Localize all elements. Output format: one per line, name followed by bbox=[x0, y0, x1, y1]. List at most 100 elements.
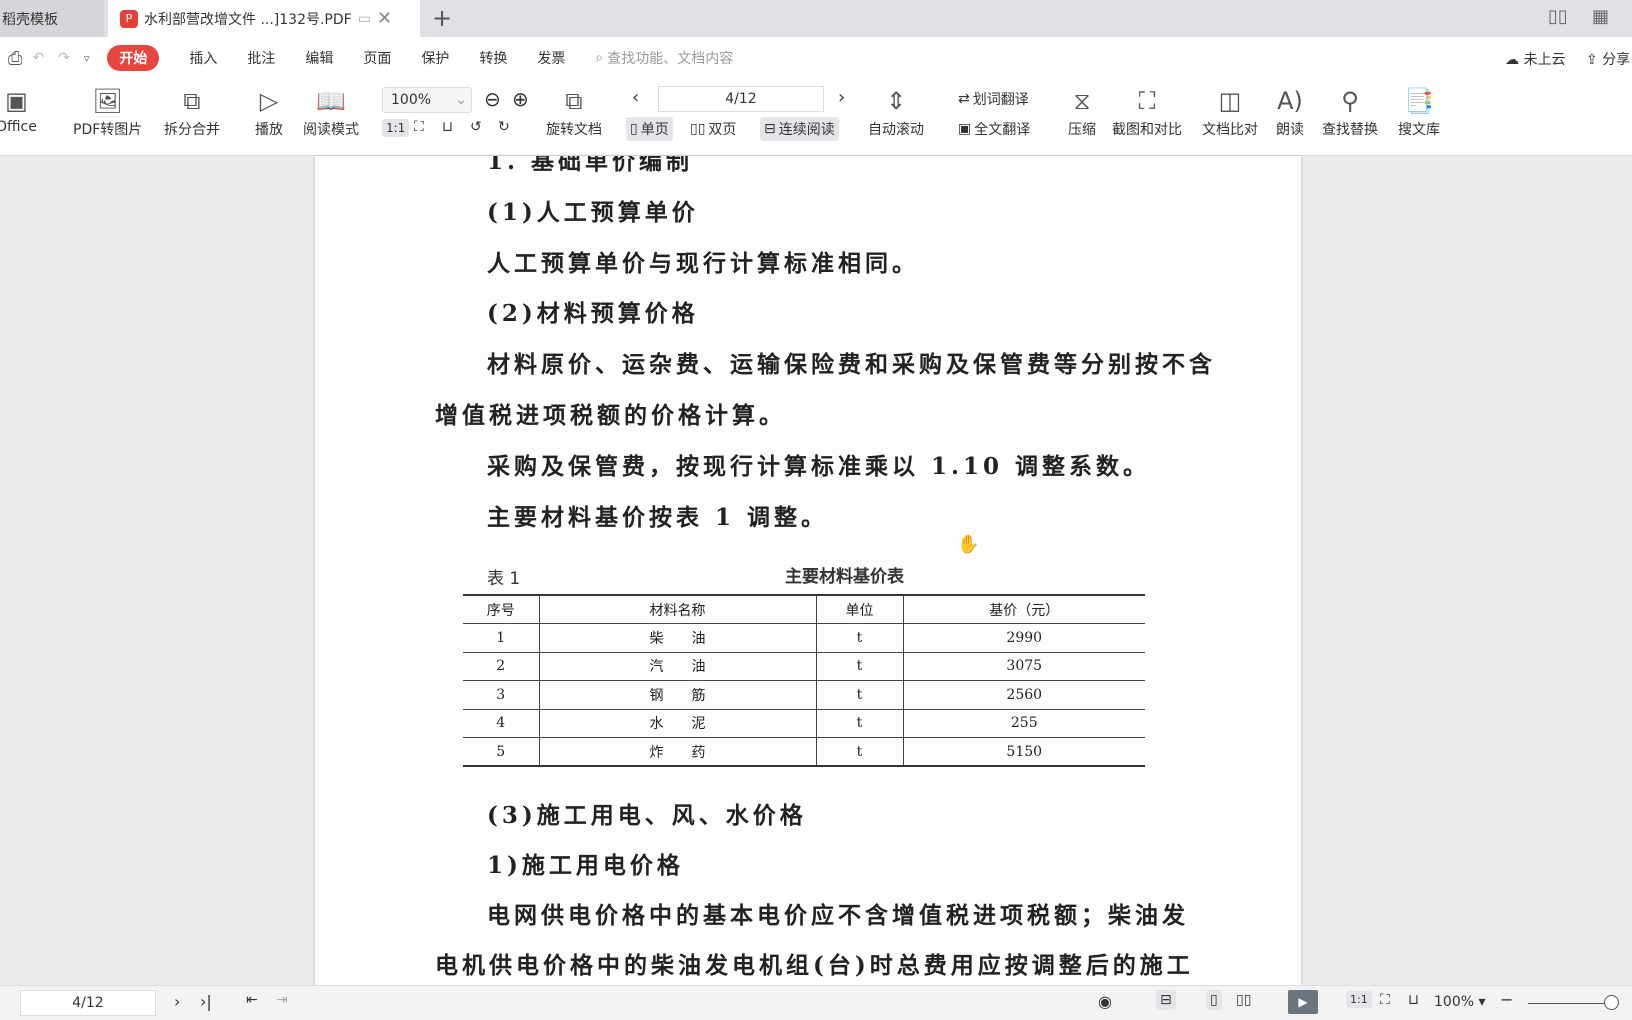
fit-width-icon[interactable]: ⊔ bbox=[1408, 992, 1419, 1008]
menu-home[interactable]: 开始 bbox=[107, 45, 160, 71]
find-replace-button[interactable]: ⚲ 查找替换 bbox=[1322, 83, 1378, 139]
zoom-dropdown[interactable]: 100% ▾ bbox=[1434, 994, 1486, 1010]
label: 压缩 bbox=[1068, 122, 1096, 138]
forward-icon[interactable]: ⇥ bbox=[276, 992, 288, 1008]
office-button[interactable]: ▣ Office bbox=[0, 83, 37, 135]
zoom-slider[interactable] bbox=[1528, 1003, 1608, 1004]
menu-convert[interactable]: 转换 bbox=[479, 48, 507, 68]
redo-icon[interactable]: ↷ bbox=[58, 50, 70, 66]
hand-cursor-icon: ✋ bbox=[957, 534, 980, 555]
page-input[interactable]: 4/12 bbox=[658, 86, 824, 112]
continuous-icon[interactable]: ⊟ bbox=[1156, 990, 1176, 1010]
play-button[interactable]: ▷ 播放 bbox=[255, 83, 283, 139]
label: 全文翻译 bbox=[974, 122, 1031, 138]
label: 划词翻译 bbox=[972, 92, 1029, 108]
menu-annotate[interactable]: 批注 bbox=[247, 48, 275, 68]
double-page-icon[interactable]: ▯▯ bbox=[1236, 992, 1251, 1008]
compress-button[interactable]: ⧖ 压缩 bbox=[1068, 83, 1096, 139]
single-page-icon[interactable]: ▯ bbox=[1206, 990, 1222, 1010]
price-table: 序号 材料名称 单位 基价（元） 1柴 油 t 2990 2汽 油 t 3075 3钢 筋t2… bbox=[463, 594, 1145, 767]
cell: 炸 药 bbox=[538, 737, 816, 767]
close-icon[interactable]: ✕ bbox=[377, 8, 392, 29]
fit-page-icon[interactable]: ⛶ bbox=[414, 119, 424, 135]
paragraph: 增值税进项税额的价格计算。 bbox=[435, 402, 786, 429]
actual-size-icon[interactable]: 1:1 bbox=[382, 119, 410, 137]
paragraph: 人工预算单价与现行计算标准相同。 bbox=[487, 250, 919, 277]
zoom-value: 100% bbox=[1434, 994, 1475, 1010]
rotate-right-icon[interactable]: ↻ bbox=[498, 119, 510, 135]
read-aloud-button[interactable]: A) 朗读 bbox=[1276, 83, 1304, 139]
label: 连续阅读 bbox=[778, 122, 835, 138]
screenshot-compare-button[interactable]: ⛶ 截图和对比 bbox=[1112, 83, 1182, 139]
fit-width-icon[interactable]: ⊔ bbox=[442, 119, 453, 135]
paragraph: 电网供电价格中的基本电价应不含增值税进项税额；柴油发 bbox=[487, 902, 1189, 929]
label: 搜文库 bbox=[1398, 122, 1440, 138]
table-header: 序号 材料名称 单位 基价（元） bbox=[463, 595, 1145, 624]
menu-insert[interactable]: 插入 bbox=[189, 48, 217, 68]
cell: 2560 bbox=[902, 680, 1145, 710]
header-cell: 基价（元） bbox=[902, 595, 1145, 624]
menu-invoice[interactable]: 发票 bbox=[537, 48, 565, 68]
cloud-status[interactable]: ☁ 未上云 bbox=[1505, 49, 1565, 69]
label: 单页 bbox=[640, 122, 669, 138]
undo-icon[interactable]: ↶ bbox=[32, 50, 44, 66]
back-icon[interactable]: ⇤ bbox=[246, 992, 258, 1008]
zoom-slider-handle[interactable] bbox=[1604, 995, 1619, 1010]
tab-docer-templates[interactable]: 稻壳模板 bbox=[0, 0, 104, 37]
zoom-out-icon[interactable]: − bbox=[1500, 990, 1513, 1009]
heading: (3)施工用电、风、水价格 bbox=[487, 802, 807, 829]
toolbar: ▣ Office 🖼 PDF转图片 ⧉ 拆分合并 ▷ 播放 📖 阅读模式 100% ⌄ ⊖ … bbox=[0, 79, 1632, 156]
prev-page-icon[interactable]: ‹ bbox=[632, 87, 639, 108]
share-button[interactable]: ⇪ 分享 bbox=[1586, 49, 1630, 69]
menu-protect[interactable]: 保护 bbox=[421, 48, 449, 68]
eye-protection-icon[interactable]: ◉ bbox=[1098, 992, 1112, 1011]
header-cell: 序号 bbox=[463, 595, 539, 624]
play-icon[interactable]: ▶ bbox=[1288, 990, 1318, 1014]
table-row: 3钢 筋 t 2560 bbox=[463, 680, 1145, 710]
menu-edit[interactable]: 编辑 bbox=[305, 48, 333, 68]
print-icon[interactable]: ⎙ bbox=[8, 48, 22, 69]
word-translate-button[interactable]: ⇄ 划词翻译 bbox=[958, 89, 1029, 109]
tab-pdf-document[interactable]: P 水利部营改增文件 ...]132号.PDF ▭ ✕ bbox=[108, 0, 420, 37]
continuous-read-button[interactable]: ⊟ 连续阅读 bbox=[760, 117, 839, 141]
zoom-in-icon[interactable]: ⊕ bbox=[512, 87, 529, 111]
double-page-button[interactable]: ▯▯ 双页 bbox=[690, 119, 736, 139]
next-page-icon[interactable]: › bbox=[838, 87, 845, 108]
label: 文档比对 bbox=[1202, 122, 1258, 138]
split-merge-button[interactable]: ⧉ 拆分合并 bbox=[164, 83, 220, 139]
full-translate-button[interactable]: ▣ 全文翻译 bbox=[958, 119, 1030, 139]
layout-icon[interactable]: ▯▯ bbox=[1548, 6, 1568, 27]
search-input[interactable]: 查找功能、文档内容 bbox=[607, 48, 733, 68]
single-page-button[interactable]: ▯ 单页 bbox=[626, 117, 673, 141]
tab-label: 稻壳模板 bbox=[2, 11, 58, 28]
fit-page-icon[interactable]: ⛶ bbox=[1380, 992, 1390, 1008]
label: 自动滚动 bbox=[868, 122, 924, 138]
actual-size-icon[interactable]: 1:1 bbox=[1346, 991, 1372, 1008]
rotate-left-icon[interactable]: ↺ bbox=[470, 119, 482, 135]
pin-icon[interactable]: ▭ bbox=[358, 11, 371, 27]
quick-access-dropdown-icon[interactable]: ▿ bbox=[84, 52, 90, 65]
tab-bar: 稻壳模板 P 水利部营改增文件 ...]132号.PDF ▭ ✕ + ▯▯ ▦ bbox=[0, 0, 1632, 37]
zoom-select[interactable]: 100% ⌄ bbox=[382, 87, 472, 113]
table-row: 2汽 油 t 3075 bbox=[463, 652, 1145, 681]
last-page-icon[interactable]: ›| bbox=[200, 992, 212, 1011]
label: 旋转文档 bbox=[546, 122, 602, 138]
read-mode-button[interactable]: 📖 阅读模式 bbox=[303, 83, 359, 139]
pdf-to-image-button[interactable]: 🖼 PDF转图片 bbox=[73, 83, 142, 139]
table-title: 主要材料基价表 bbox=[785, 567, 904, 587]
zoom-out-icon[interactable]: ⊖ bbox=[484, 87, 501, 111]
next-page-icon[interactable]: › bbox=[174, 992, 180, 1011]
split-merge-icon: ⧉ bbox=[183, 87, 201, 115]
grid-icon[interactable]: ▦ bbox=[1592, 6, 1609, 27]
rotate-doc-button[interactable]: ⧉ 旋转文档 bbox=[546, 83, 602, 139]
play-icon: ▷ bbox=[259, 87, 279, 115]
table-row: 1柴 油 t 2990 bbox=[463, 623, 1145, 653]
cell: 钢 筋 bbox=[538, 680, 816, 710]
auto-scroll-button[interactable]: ⇕ 自动滚动 bbox=[868, 83, 924, 139]
menu-page[interactable]: 页面 bbox=[363, 48, 391, 68]
doc-compare-button[interactable]: ◫ 文档比对 bbox=[1202, 83, 1258, 139]
search-library-button[interactable]: 📑 搜文库 bbox=[1398, 83, 1440, 139]
page-input-status[interactable]: 4/12 bbox=[20, 990, 156, 1016]
new-tab-icon[interactable]: + bbox=[432, 4, 452, 32]
table-row: 4水 泥 t 255 bbox=[463, 709, 1145, 738]
